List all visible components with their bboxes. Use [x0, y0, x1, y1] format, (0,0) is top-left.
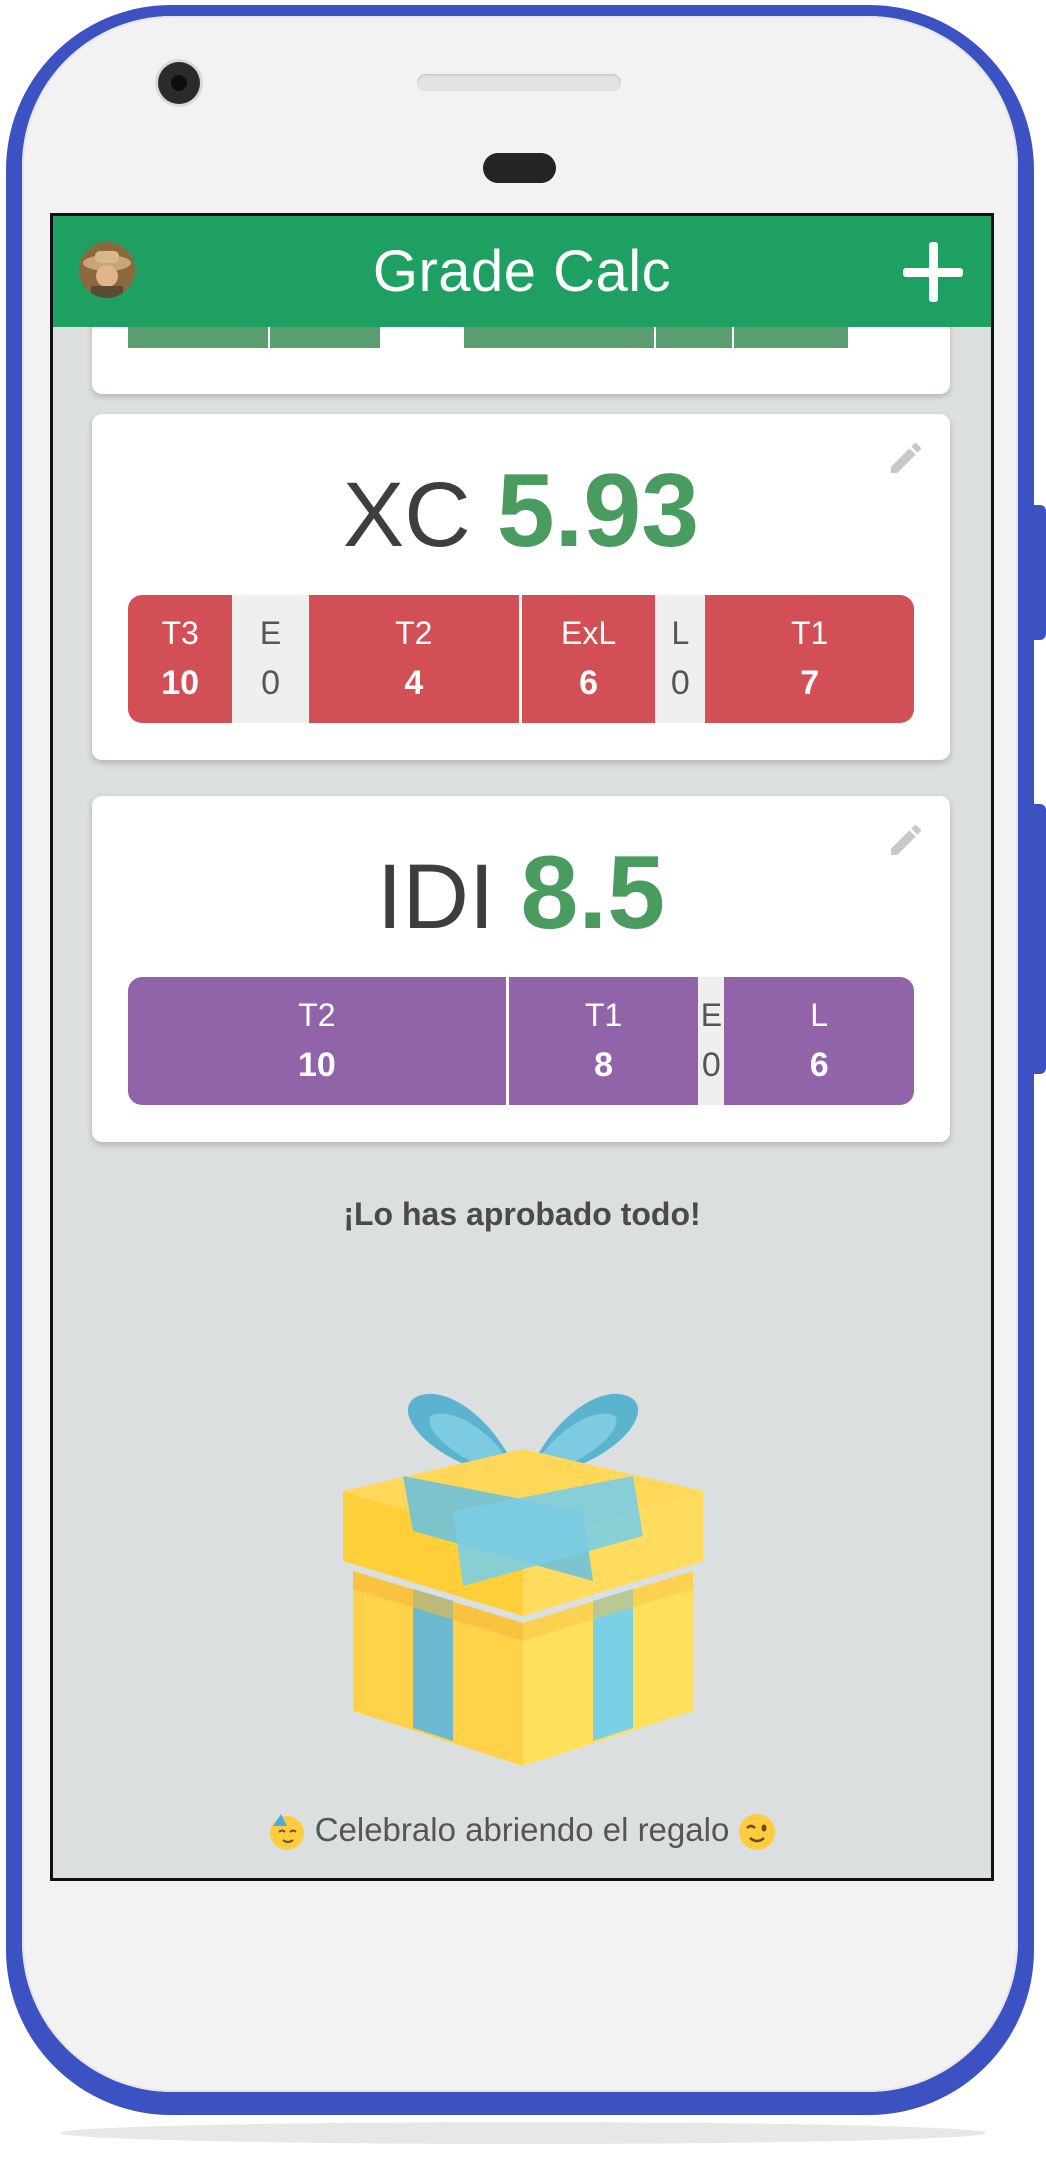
gift-icon[interactable] [343, 1371, 703, 1771]
subject-heading: XC 5.93 [92, 452, 950, 571]
add-icon[interactable] [903, 242, 963, 302]
segment-value: 0 [670, 664, 690, 702]
grade-breakdown-bar: T2 10 T1 8 E 0 L 6 [128, 977, 914, 1105]
subject-card-idi[interactable]: IDI 8.5 T2 10 T1 8 E 0 L 6 [92, 796, 950, 1142]
partial-grade-segment [734, 324, 848, 348]
subject-card-xc[interactable]: XC 5.93 T3 10 E 0 T2 4 ExL 6 L 0 T1 7 [92, 414, 950, 760]
grade-segment-t2: T2 4 [308, 595, 519, 723]
segment-label: T1 [791, 615, 829, 651]
segment-value: 6 [809, 1046, 829, 1084]
grade-segment-l: L0 [655, 595, 706, 723]
partial-grade-segment [128, 324, 268, 348]
subject-grade: 5.93 [496, 453, 700, 569]
subject-grade: 8.5 [520, 835, 666, 951]
segment-label: E [259, 615, 282, 651]
grade-segment-t3: T3 10 [128, 595, 233, 723]
proximity-sensor [483, 153, 556, 183]
grade-segment-e: E0 [698, 977, 725, 1105]
grade-segment-t1: T1 8 [505, 977, 699, 1105]
segment-value: 6 [579, 664, 599, 702]
grade-segment-t2: T2 10 [128, 977, 506, 1105]
app-screen: Grade Calc XC 5.93 T3 10 E 0 T2 4 ExL 6 L 0 T1 7 IDI… [50, 213, 994, 1881]
grade-segment-l: L6 [724, 977, 914, 1105]
grade-segment-t1: T1 7 [705, 595, 914, 723]
front-camera [158, 62, 200, 104]
segment-value: 4 [404, 664, 424, 702]
segment-value: 10 [161, 664, 200, 702]
segment-label: L [810, 997, 829, 1033]
celebrate-text: Celebralo abriendo el regalo [314, 1811, 730, 1848]
segment-value: 10 [297, 1046, 336, 1084]
app-header: Grade Calc [53, 216, 991, 327]
grade-segment-exl: ExL 6 [518, 595, 656, 723]
segment-label: ExL [560, 615, 617, 651]
earpiece-speaker [417, 74, 621, 91]
segment-label: L [671, 615, 690, 651]
winking-face-icon [739, 1814, 776, 1851]
segment-value: 0 [261, 664, 281, 702]
phone-shadow [60, 2122, 986, 2144]
segment-label: T2 [298, 997, 336, 1033]
subject-name: IDI [376, 846, 495, 948]
partial-grade-segment [656, 324, 732, 348]
power-button [1034, 804, 1046, 1074]
grade-breakdown-bar: T3 10 E 0 T2 4 ExL 6 L 0 T1 7 [128, 595, 914, 723]
volume-button [1034, 505, 1046, 640]
segment-label: T2 [395, 615, 433, 651]
segment-value: 8 [594, 1046, 613, 1084]
grade-segment-e: E0 [232, 595, 309, 723]
avatar[interactable] [79, 242, 135, 298]
segment-value: 7 [800, 664, 820, 702]
app-title: Grade Calc [372, 239, 672, 304]
all-passed-message: ¡Lo has aprobado todo! [343, 1196, 701, 1232]
segment-value: 0 [701, 1046, 721, 1084]
segment-label: T1 [584, 997, 623, 1033]
partial-grade-segment [464, 324, 654, 348]
partial-grade-segment [270, 324, 380, 348]
subject-heading: IDI 8.5 [92, 834, 950, 953]
segment-label: E [700, 997, 723, 1033]
segment-label: T3 [161, 615, 199, 651]
partying-face-icon [269, 1814, 304, 1851]
celebrate-message: Celebralo abriendo el regalo [53, 1811, 991, 1852]
subject-name: XC [342, 464, 471, 566]
